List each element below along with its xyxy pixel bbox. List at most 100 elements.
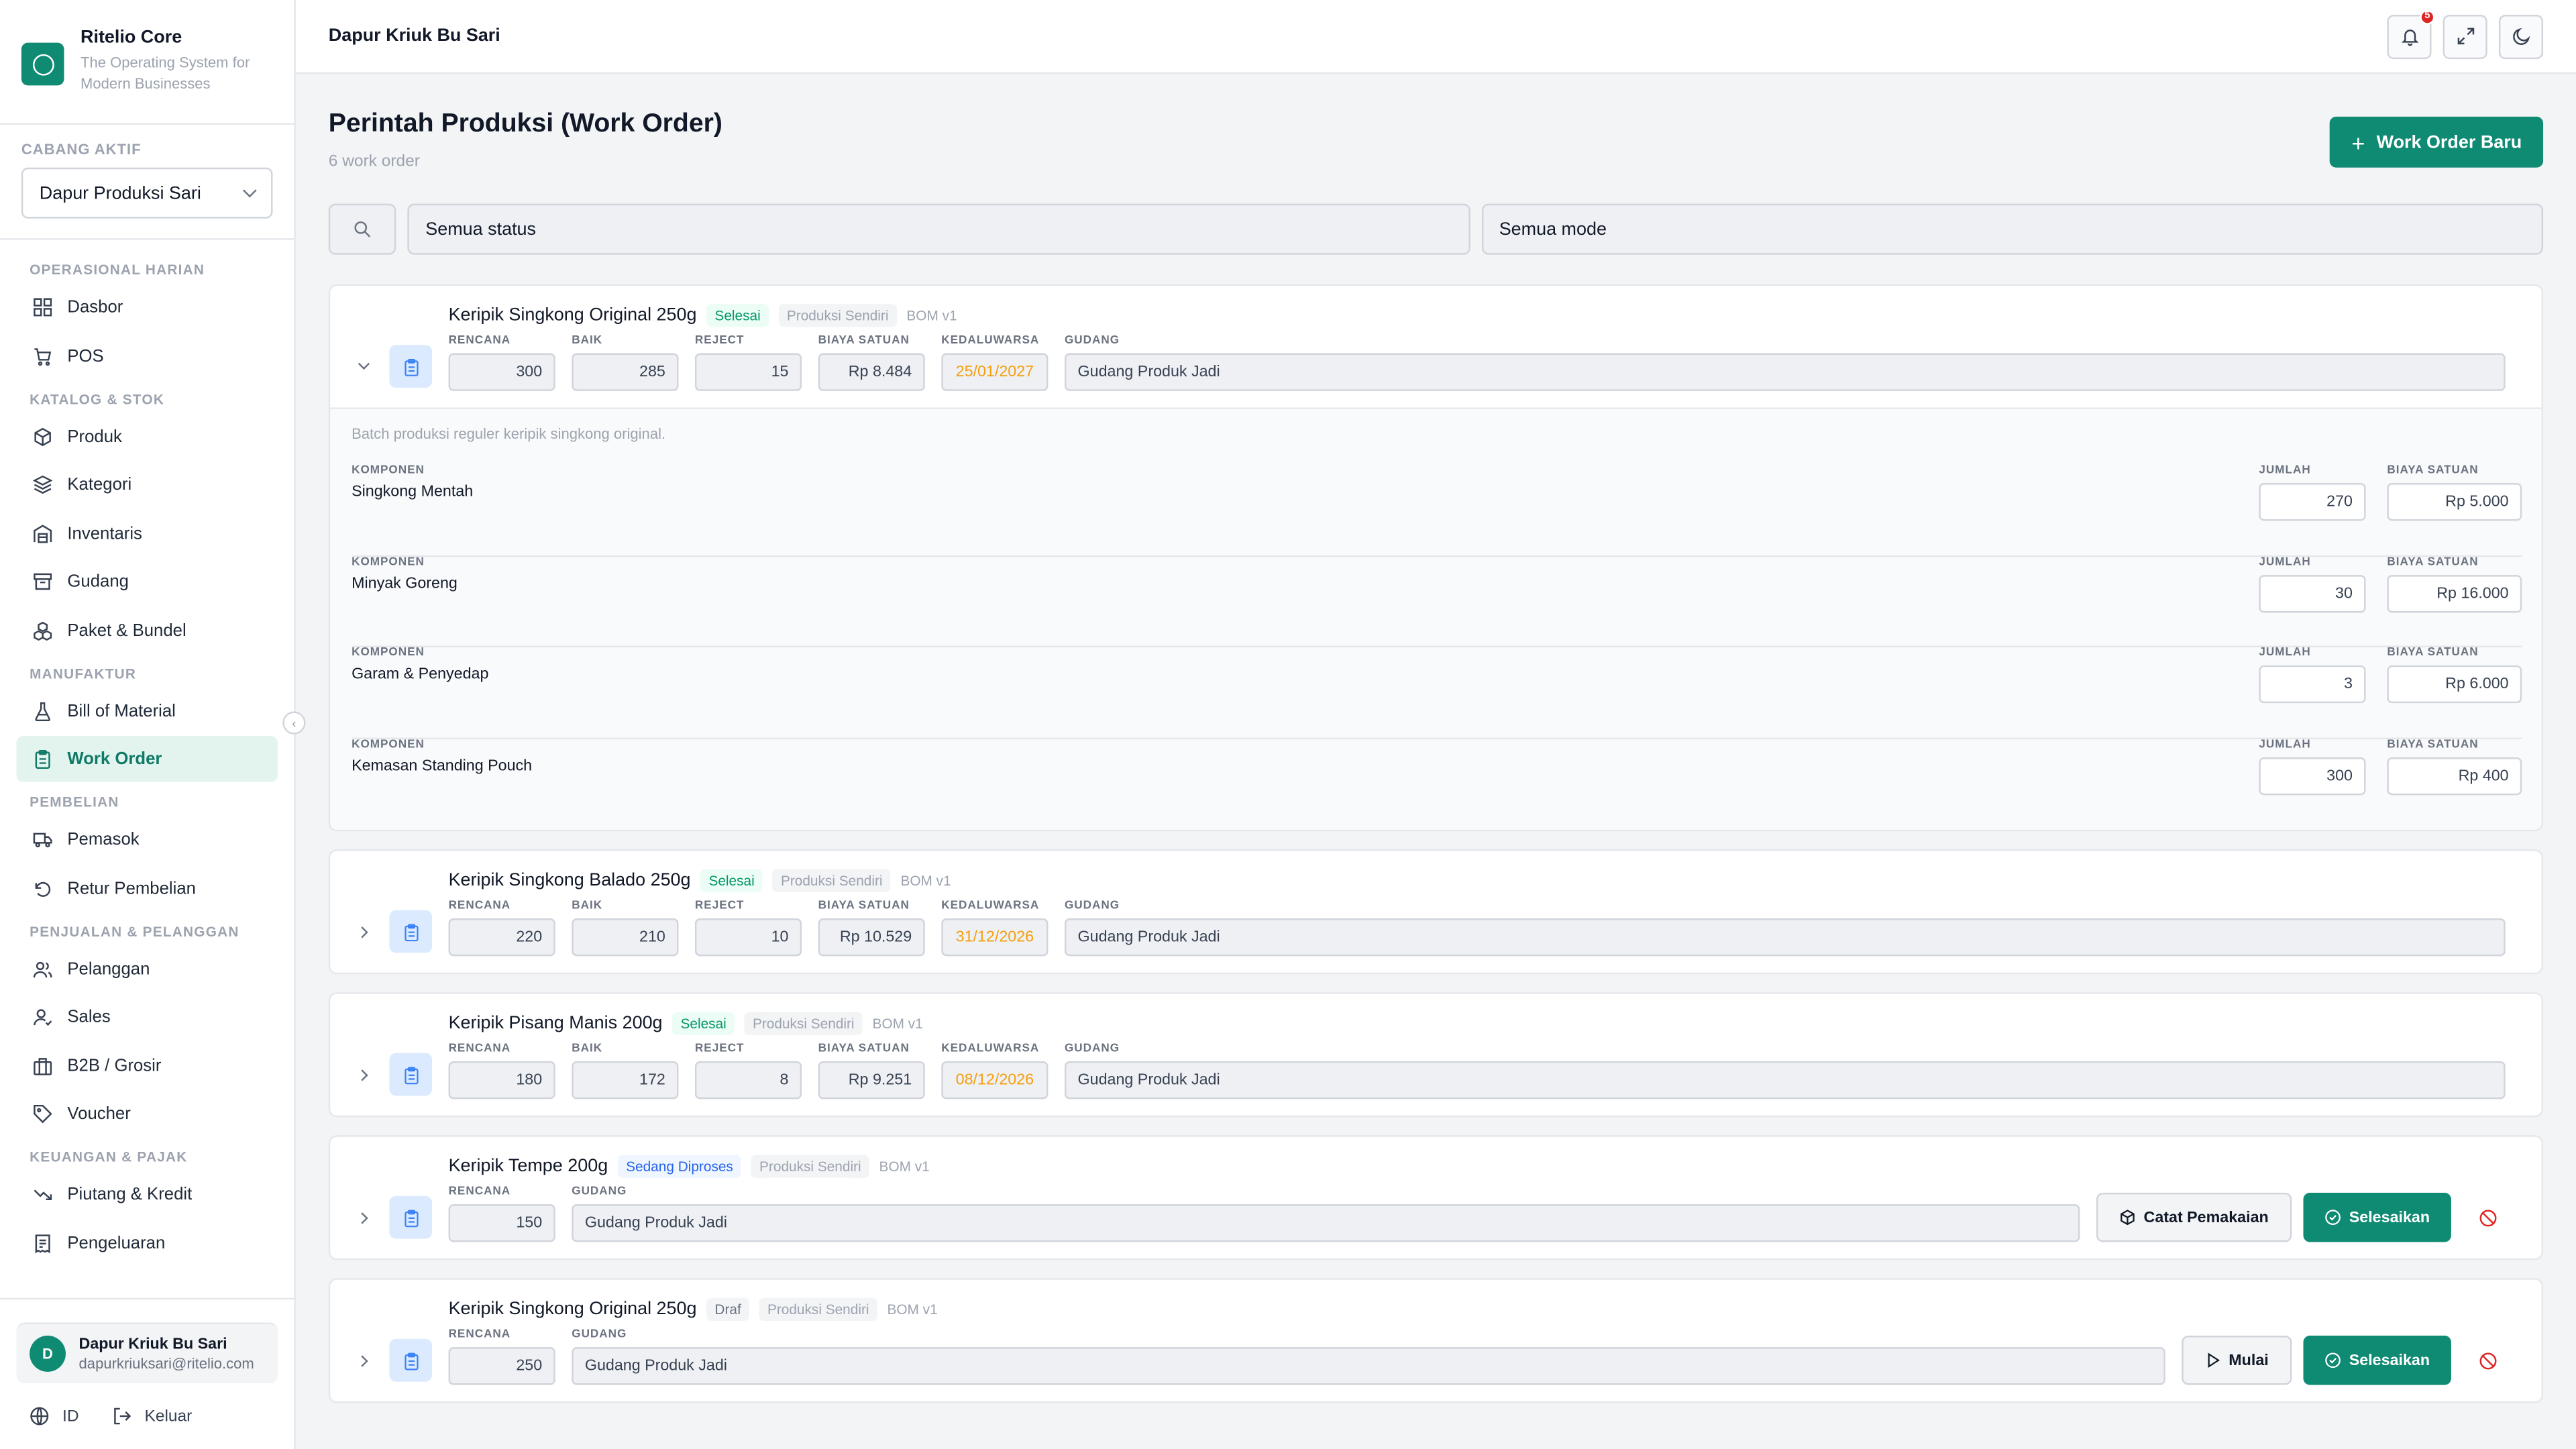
finish-button[interactable]: Selesaikan [2303,1192,2451,1242]
layers-icon [32,475,53,494]
clipboard-icon [389,1338,433,1382]
sidebar-item-kategori[interactable]: Kategori [16,462,277,508]
sidebar-item-bill-of-material[interactable]: Bill of Material [16,688,277,734]
sidebar-item-pengeluaran[interactable]: Pengeluaran [16,1220,277,1266]
plus-icon: + [2351,129,2365,156]
component-cost-field[interactable]: Rp 6.000 [2387,665,2522,704]
component-cost-field[interactable]: Rp 5.000 [2387,483,2522,521]
sidebar-item-dasbor[interactable]: Dasbor [16,284,277,331]
component-qty-field[interactable]: 30 [2259,574,2366,612]
chevron-right-icon [356,1354,368,1366]
expand-icon [2457,28,2473,45]
bom-version: BOM v1 [879,1157,930,1174]
status-badge: Selesai [706,303,769,327]
reject-qty-field: 10 [694,918,802,957]
clipboard-icon [389,1195,433,1239]
notification-badge: 5 [2420,9,2435,24]
collapse-toggle[interactable] [350,354,376,380]
expand-toggle[interactable] [350,918,376,945]
sidebar-item-produk[interactable]: Produk [16,413,277,460]
cancel-work-order-button[interactable] [2469,1342,2506,1379]
bom-version: BOM v1 [906,306,957,323]
component-name: Kemasan Standing Pouch [352,756,533,775]
sidebar-footer: ID Keluar [0,1383,294,1449]
user-card[interactable]: D Dapur Kriuk Bu Sari dapurkriuksari@rit… [16,1322,278,1384]
work-order-card: Keripik Tempe 200g Sedang Diproses Produ… [328,1135,2544,1260]
good-label: BAIK [572,335,603,347]
brand: Ritelio Core The Operating System for Mo… [0,0,294,125]
sidebar-item-work-order[interactable]: Work Order [16,736,278,782]
finish-label: Selesaikan [2349,1208,2430,1227]
record-usage-button[interactable]: Catat Pemakaian [2096,1192,2292,1242]
warehouse-icon [34,524,52,543]
page-header: Perintah Produksi (Work Order) 6 work or… [329,110,2544,204]
trend-down-icon [34,1189,52,1200]
component-cost-field[interactable]: Rp 16.000 [2387,574,2522,612]
component-qty-field[interactable]: 300 [2259,756,2366,795]
status-filter-select[interactable]: Semua status [407,203,1470,255]
search-button[interactable] [328,203,396,255]
sidebar-item-gudang[interactable]: Gudang [16,559,277,605]
expand-toggle[interactable] [350,1061,376,1087]
expiry-field: 31/12/2026 [941,918,1049,957]
clipboard-icon [389,1053,433,1096]
mode-badge: Produksi Sendiri [759,1297,877,1320]
unit-cost-label: BIAYA SATUAN [2387,555,2479,568]
sidebar-item-voucher[interactable]: Voucher [16,1091,277,1137]
notifications-button[interactable]: 5 [2387,9,2435,58]
cancel-work-order-button[interactable] [2469,1199,2506,1236]
logout-icon [114,1407,131,1425]
sidebar-item-retur-pembelian[interactable]: Retur Pembelian [16,865,277,911]
component-label: KOMPONEN [352,555,425,568]
chevron-right-icon [356,1212,368,1224]
component-row: KOMPONEN Singkong Mentah JUMLAH 270 BIAYA … [352,465,2522,556]
sidebar-item-label: Dasbor [67,297,123,317]
reject-label: REJECT [694,335,745,347]
sidebar-item-b2b-grosir[interactable]: B2B / Grosir [16,1042,277,1089]
sidebar-item-label: Produk [67,426,122,446]
mode-filter-select[interactable]: Semua mode [1481,203,2544,255]
sidebar-item-pos[interactable]: POS [16,333,277,379]
component-qty-field[interactable]: 270 [2259,483,2366,521]
sidebar-item-inventaris[interactable]: Inventaris [16,510,277,556]
component-cost-field[interactable]: Rp 400 [2387,756,2522,795]
sidebar-item-piutang-kredit[interactable]: Piutang & Kredit [16,1171,277,1218]
sidebar-item-sales[interactable]: Sales [16,994,277,1040]
work-order-name: Keripik Singkong Original 250g [448,1298,697,1319]
warehouse-label: GUDANG [1064,1043,1120,1055]
brand-name: Ritelio Core [80,28,182,48]
topbar-title: Dapur Kriuk Bu Sari [328,26,500,46]
building-icon [34,1057,52,1075]
logout-button[interactable]: Keluar [112,1406,192,1426]
finish-label: Selesaikan [2349,1351,2430,1370]
new-work-order-button[interactable]: + Work Order Baru [2330,116,2544,168]
user-check-icon [34,1009,52,1026]
bom-version: BOM v1 [872,1014,923,1031]
nav-section-label: PENJUALAN & PELANGGAN [30,922,239,939]
qty-label: JUMLAH [2259,647,2311,659]
start-button[interactable]: Mulai [2181,1336,2292,1385]
plan-label: RENCANA [448,335,511,347]
sidebar-item-label: B2B / Grosir [67,1055,162,1075]
fullscreen-button[interactable] [2443,13,2487,58]
finish-button[interactable]: Selesaikan [2303,1336,2451,1385]
branch-select[interactable]: Dapur Produksi Sari [21,167,273,219]
sidebar-collapse-button[interactable]: ‹ [282,711,306,735]
component-qty-field[interactable]: 3 [2259,665,2366,704]
globe-icon [30,1407,49,1426]
warehouse-field: Gudang Produk Jadi [572,1204,2080,1242]
warehouse-label: GUDANG [572,1329,627,1341]
expand-toggle[interactable] [350,1347,376,1373]
language-button[interactable]: ID [30,1406,79,1426]
expand-toggle[interactable] [350,1204,376,1230]
theme-toggle-button[interactable] [2498,13,2544,58]
qty-label: JUMLAH [2259,555,2311,568]
sidebar-item-paket-bundel[interactable]: Paket & Bundel [16,607,277,653]
sidebar-item-pelanggan[interactable]: Pelanggan [16,945,277,991]
branch-label: CABANG AKTIF [21,141,142,158]
sidebar-item-label: Pemasok [67,829,140,850]
sidebar-item-pemasok[interactable]: Pemasok [16,816,277,863]
mode-badge: Produksi Sendiri [751,1154,869,1177]
clipboard-icon [389,910,433,953]
ban-icon [2479,1352,2496,1369]
